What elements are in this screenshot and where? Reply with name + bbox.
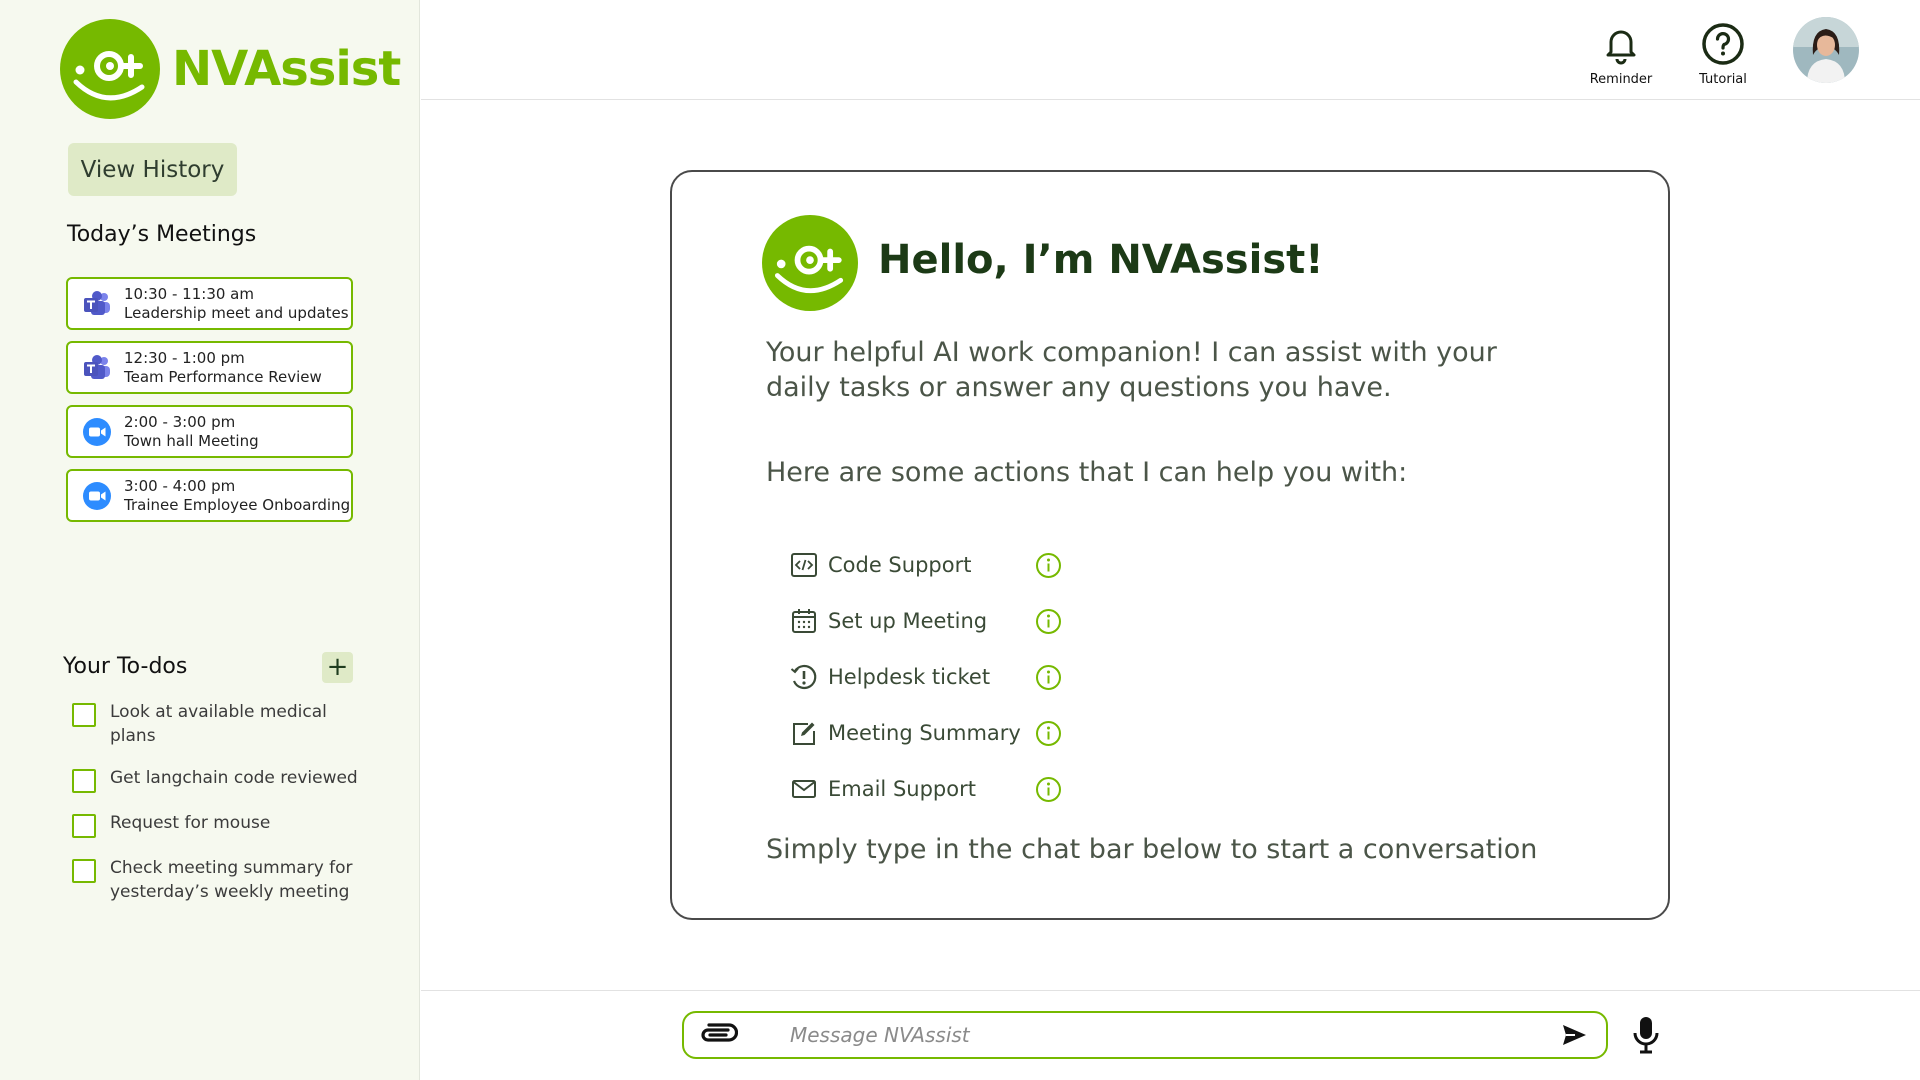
welcome-card: Hello, I’m NVAssist! Your helpful AI wor… — [670, 170, 1670, 920]
action-code-support[interactable]: Code Support — [790, 537, 1062, 593]
meeting-card[interactable]: 3:00 - 4:00 pm Trainee Employee Onboardi… — [66, 469, 353, 522]
top-bar: Reminder Tutorial — [421, 0, 1920, 100]
meeting-title: Town hall Meeting — [124, 431, 259, 450]
view-history-button[interactable]: View History — [68, 143, 237, 196]
microphone-icon[interactable] — [1630, 1015, 1662, 1055]
app-logo[interactable]: NVAssist — [60, 19, 401, 119]
nvassist-logo-icon — [60, 19, 160, 119]
todo-item: Request for mouse — [72, 811, 372, 838]
user-avatar[interactable] — [1793, 17, 1859, 83]
welcome-footer: Simply type in the chat bar below to sta… — [766, 834, 1538, 865]
meeting-card[interactable]: 10:30 - 11:30 am Leadership meet and upd… — [66, 277, 353, 330]
edit-note-icon — [793, 722, 815, 745]
welcome-title: Hello, I’m NVAssist! — [878, 237, 1324, 283]
tutorial-button[interactable]: Tutorial — [1678, 22, 1768, 87]
info-icon[interactable] — [1035, 776, 1062, 803]
bell-icon — [1606, 30, 1636, 65]
action-helpdesk-ticket[interactable]: Helpdesk ticket — [790, 649, 1062, 705]
meeting-time: 2:00 - 3:00 pm — [124, 412, 236, 431]
code-icon — [791, 553, 817, 577]
action-label: Meeting Summary — [828, 721, 1021, 745]
meeting-time: 12:30 - 1:00 pm — [124, 348, 245, 367]
info-icon[interactable] — [1035, 720, 1062, 747]
send-icon[interactable] — [1560, 1021, 1588, 1049]
action-label: Code Support — [828, 553, 972, 577]
action-set-up-meeting[interactable]: Set up Meeting — [790, 593, 1062, 649]
reminder-label: Reminder — [1589, 72, 1653, 87]
meeting-time: 3:00 - 4:00 pm — [124, 476, 236, 495]
help-circle-icon — [1702, 23, 1744, 65]
calendar-icon — [792, 609, 816, 633]
teams-icon — [84, 290, 110, 315]
todo-list: Look at available medical plans Get lang… — [72, 700, 372, 922]
meeting-card[interactable]: 12:30 - 1:00 pm Team Performance Review — [66, 341, 353, 394]
info-icon[interactable] — [1035, 552, 1062, 579]
todos-title: Your To-dos — [63, 654, 188, 679]
user-photo-icon — [1793, 17, 1859, 83]
todo-checkbox[interactable] — [72, 814, 96, 838]
welcome-intro: Your helpful AI work companion! I can as… — [766, 337, 1497, 403]
action-label: Set up Meeting — [828, 609, 988, 633]
meeting-time: 10:30 - 11:30 am — [124, 284, 254, 303]
todo-item: Look at available medical plans — [72, 700, 372, 748]
todo-item: Check meeting summary for yesterday’s we… — [72, 856, 372, 904]
app-name: NVAssist — [172, 41, 401, 97]
todo-item: Get langchain code reviewed — [72, 766, 372, 793]
teams-icon — [84, 354, 110, 379]
zoom-icon — [83, 417, 111, 446]
todo-checkbox[interactable] — [72, 769, 96, 793]
meeting-title: Trainee Employee Onboarding — [124, 495, 351, 514]
paperclip-icon[interactable] — [698, 1021, 738, 1049]
reminder-button[interactable]: Reminder — [1576, 22, 1666, 87]
zoom-icon — [83, 481, 111, 510]
todo-text: Request for mouse — [110, 813, 271, 833]
action-label: Helpdesk ticket — [828, 665, 991, 689]
email-icon — [792, 780, 816, 798]
todo-checkbox[interactable] — [72, 859, 96, 883]
todo-text: Get langchain code reviewed — [110, 768, 358, 788]
todo-checkbox[interactable] — [72, 703, 96, 727]
meeting-title: Team Performance Review — [124, 367, 322, 386]
tutorial-label: Tutorial — [1699, 72, 1747, 87]
sidebar: NVAssist View History Today’s Meetings 1… — [0, 0, 420, 1080]
action-email-support[interactable]: Email Support — [790, 761, 1062, 817]
chat-bar — [682, 1011, 1608, 1059]
message-input[interactable] — [790, 1015, 1560, 1055]
meeting-card[interactable]: 2:00 - 3:00 pm Town hall Meeting — [66, 405, 353, 458]
todo-text: Check meeting summary for yesterday’s we… — [110, 858, 353, 902]
chat-divider — [421, 990, 1920, 991]
action-label: Email Support — [828, 777, 976, 801]
nvassist-logo-icon — [762, 215, 858, 311]
todo-text: Look at available medical plans — [110, 702, 327, 746]
meetings-list: 10:30 - 11:30 am Leadership meet and upd… — [66, 277, 353, 533]
action-list: Code Support Set up Meeting Helpdesk tic… — [790, 537, 1062, 817]
info-icon[interactable] — [1035, 608, 1062, 635]
meeting-title: Leadership meet and updates — [124, 303, 349, 322]
add-todo-button[interactable]: + — [322, 652, 353, 683]
action-meeting-summary[interactable]: Meeting Summary — [790, 705, 1062, 761]
meetings-title: Today’s Meetings — [67, 222, 257, 247]
actions-intro: Here are some actions that I can help yo… — [766, 457, 1408, 488]
helpdesk-icon — [790, 664, 817, 690]
info-icon[interactable] — [1035, 664, 1062, 691]
